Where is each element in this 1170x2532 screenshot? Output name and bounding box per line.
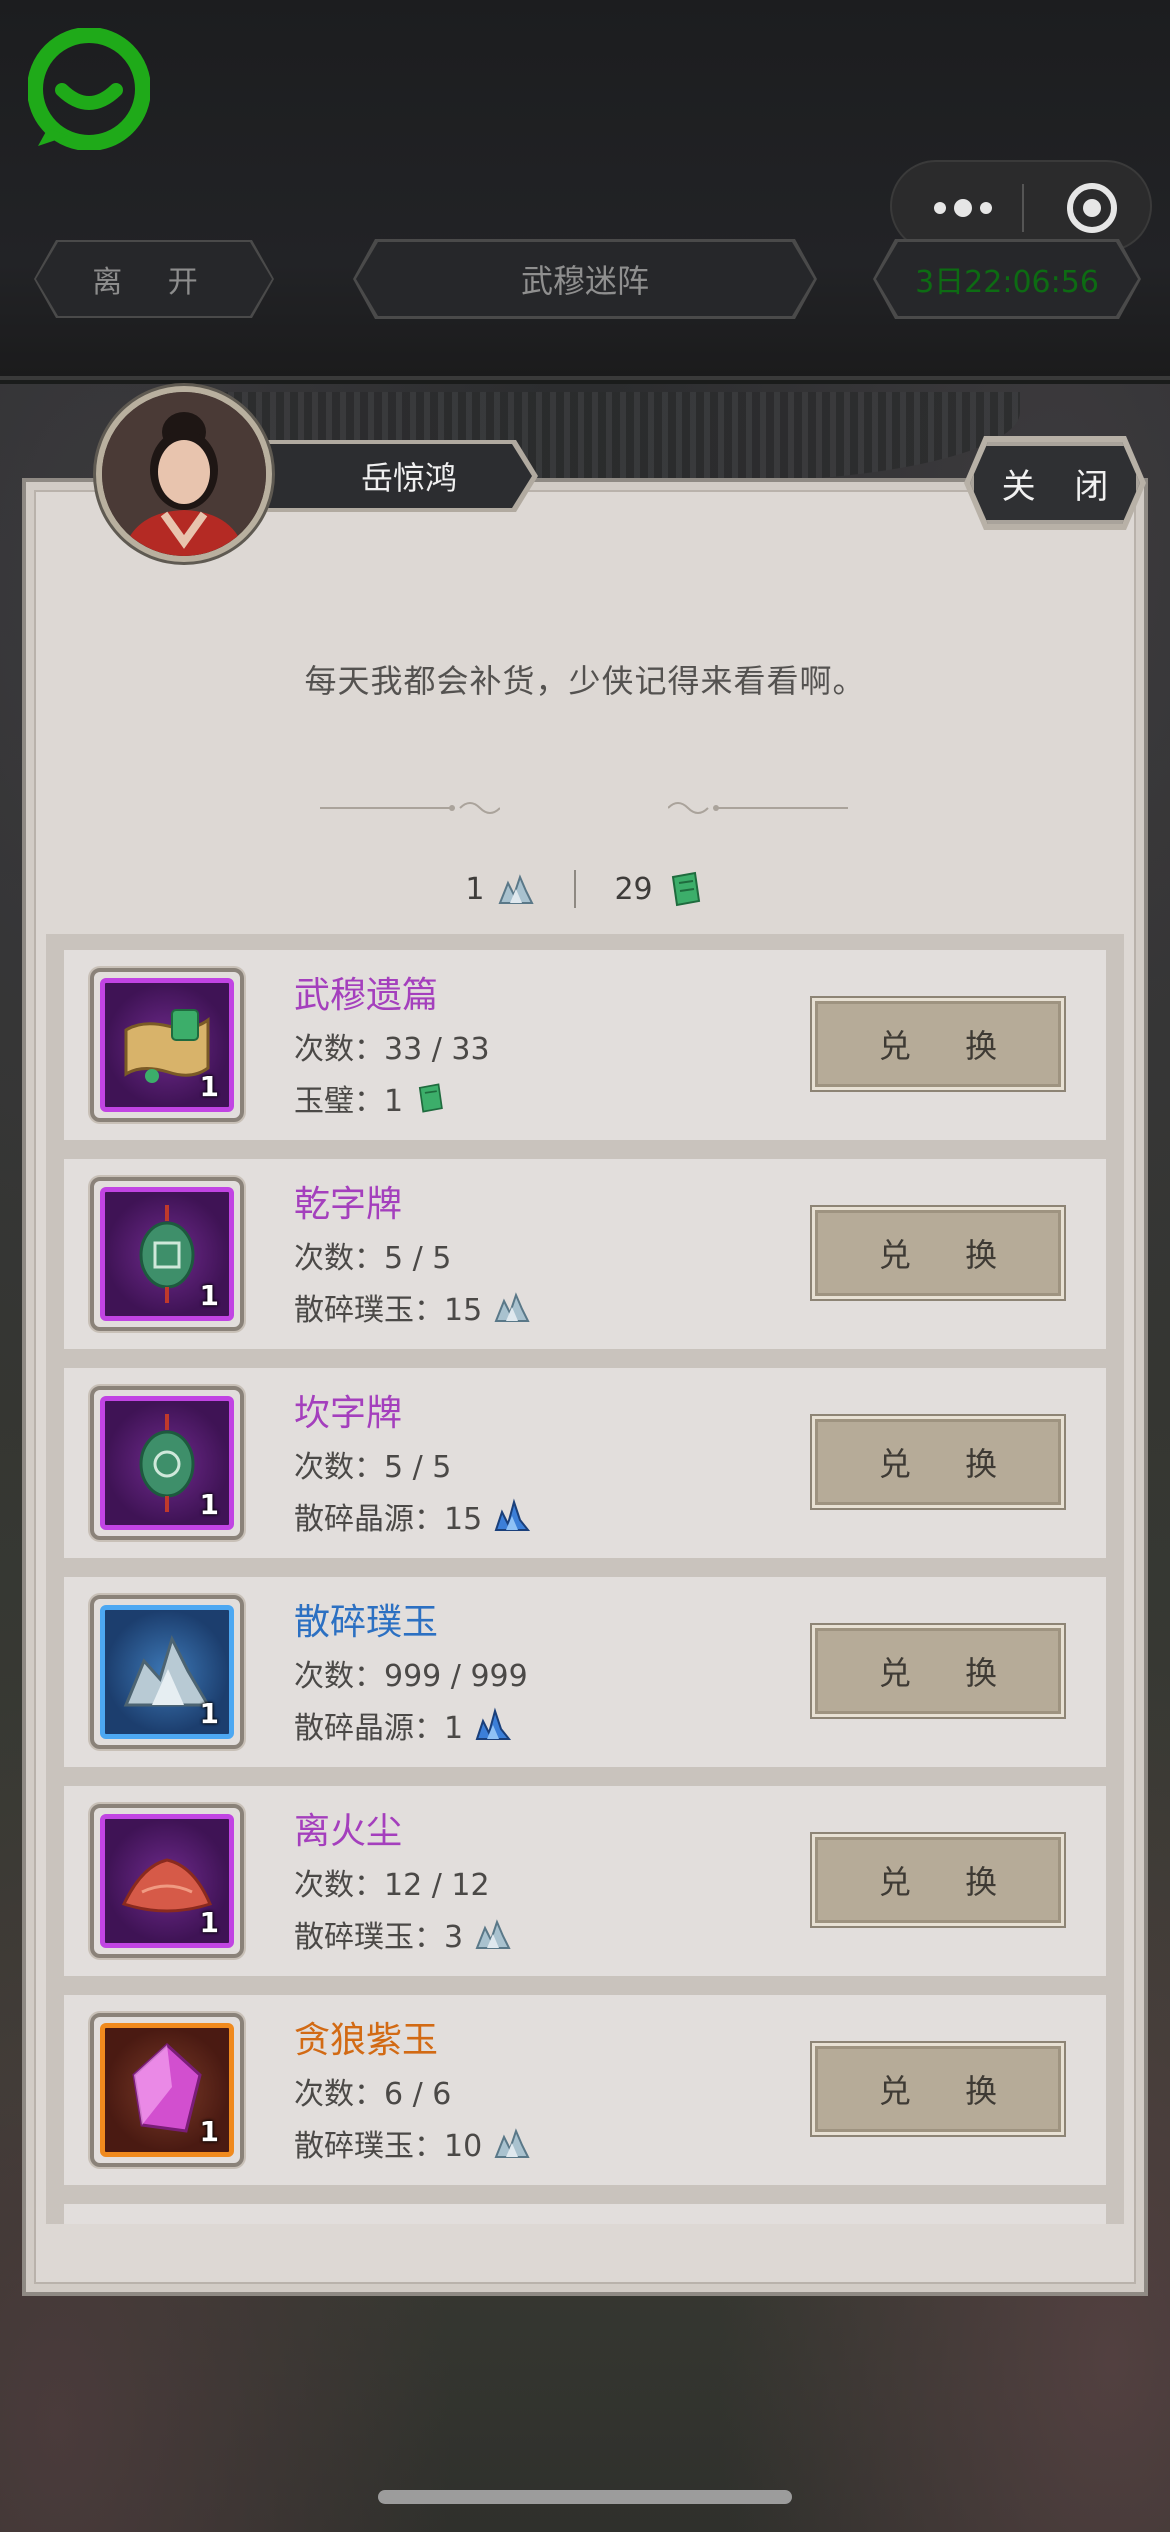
item-slot[interactable]: 1 — [90, 1386, 244, 1540]
item-name: 武穆遗篇 — [294, 975, 439, 1016]
item-cost-label: 散碎璞玉：15 — [294, 1293, 483, 1328]
item-name: 乾字牌 — [294, 1184, 403, 1225]
close-program-icon[interactable] — [1064, 180, 1120, 236]
chat-app-logo-icon[interactable] — [28, 28, 150, 150]
currency-shattered-jade: 1 — [465, 869, 536, 909]
currency-value: 1 — [465, 871, 485, 907]
item-quantity: 1 — [199, 1488, 219, 1521]
crystal-source-icon — [494, 1498, 531, 1531]
item-quality-frame: 1 — [100, 2023, 234, 2157]
item-exchange-count: 次数：6 / 6 — [294, 2077, 452, 2112]
item-name: 贪狼紫玉 — [294, 2020, 439, 2061]
item-cost: 散碎璞玉：3 — [294, 1912, 513, 1956]
item-quality-frame: 1 — [100, 1187, 234, 1321]
mini-program-capsule — [890, 160, 1152, 252]
exchange-button[interactable]: 兑 换 — [812, 1625, 1064, 1717]
item-quantity: 1 — [199, 1070, 219, 1103]
currency-bar: 1 29 — [0, 864, 1170, 914]
home-indicator[interactable] — [378, 2490, 792, 2504]
stage-title: 武穆迷阵 — [356, 242, 814, 316]
list-item: 1 坎字牌 次数：5 / 5 散碎晶源：15 兑 换 — [64, 1368, 1106, 1558]
crystal-source-icon — [475, 1707, 512, 1740]
npc-dialogue: 每天我都会补货，少侠记得来看看啊。 — [304, 662, 866, 700]
item-name: 散碎璞玉 — [294, 1602, 439, 1643]
item-cost-label: 散碎晶源：15 — [294, 1502, 483, 1537]
countdown-timer: 3日22:06:56 — [876, 242, 1138, 316]
list-item: 1 散碎璞玉 次数：999 / 999 散碎晶源：1 兑 换 — [64, 1577, 1106, 1767]
item-exchange-count: 次数：999 / 999 — [294, 1659, 528, 1694]
item-cost: 散碎晶源：1 — [294, 1703, 513, 1747]
item-exchange-count: 次数：5 / 5 — [294, 1241, 452, 1276]
shattered-jade-icon — [498, 874, 535, 904]
item-quality-frame: 1 — [100, 1396, 234, 1530]
divider-ornament-left — [320, 802, 500, 814]
jade-tablet-icon — [671, 871, 700, 907]
list-item: 1 离火尘 次数：12 / 12 散碎璞玉：3 兑 换 — [64, 1786, 1106, 1976]
item-cost-label: 散碎璞玉：10 — [294, 2129, 483, 2164]
item-cost: 散碎璞玉：10 — [294, 2121, 532, 2165]
item-slot[interactable]: 1 — [90, 1177, 244, 1331]
jade-tablet-icon — [418, 1083, 443, 1113]
item-quantity: 1 — [199, 1279, 219, 1312]
capsule-divider — [1022, 184, 1024, 232]
item-quality-frame: 1 — [100, 1814, 234, 1948]
exchange-button[interactable]: 兑 换 — [812, 2043, 1064, 2135]
currency-divider — [574, 870, 577, 908]
shattered-jade-icon — [494, 2128, 530, 2158]
npc-name: 岳惊鸿 — [256, 444, 532, 508]
item-cost: 散碎璞玉：15 — [294, 1285, 532, 1329]
npc-portrait-icon — [102, 392, 266, 556]
shattered-jade-icon — [475, 1919, 511, 1949]
item-exchange-count: 次数：12 / 12 — [294, 1868, 490, 1903]
item-cost: 玉璧：1 — [294, 1076, 447, 1120]
item-slot[interactable]: 1 — [90, 2013, 244, 2167]
item-exchange-count: 次数：33 / 33 — [294, 1032, 490, 1067]
item-exchange-count: 次数：5 / 5 — [294, 1450, 452, 1485]
item-quantity: 1 — [199, 1697, 219, 1730]
item-quality-frame: 1 — [100, 978, 234, 1112]
list-item: 1 贪狼紫玉 次数：6 / 6 散碎璞玉：10 兑 换 — [64, 1995, 1106, 2185]
exchange-button[interactable]: 兑 换 — [812, 1834, 1064, 1926]
currency-value: 29 — [614, 871, 653, 907]
item-cost-label: 散碎晶源：1 — [294, 1711, 464, 1746]
close-button[interactable]: 关 闭 — [970, 442, 1140, 524]
divider-ornament-right — [668, 802, 848, 814]
item-slot[interactable]: 1 — [90, 1804, 244, 1958]
shattered-jade-icon — [494, 1292, 530, 1322]
exchange-button[interactable]: 兑 换 — [812, 1416, 1064, 1508]
list-item: 1 武穆遗篇 次数：33 / 33 玉璧：1 兑 换 — [64, 950, 1106, 1140]
item-name: 坎字牌 — [294, 1393, 403, 1434]
item-quality-frame: 1 — [100, 1605, 234, 1739]
leave-button[interactable]: 离 开 — [36, 242, 272, 316]
exchange-list[interactable]: 1 武穆遗篇 次数：33 / 33 玉璧：1 兑 换 1 乾字牌 次数：5 / … — [46, 934, 1124, 2224]
item-cost: 散碎晶源：15 — [294, 1494, 532, 1538]
more-icon[interactable] — [928, 188, 998, 228]
exchange-button[interactable]: 兑 换 — [812, 998, 1064, 1090]
currency-jade-tablet: 29 — [614, 869, 704, 909]
item-slot[interactable]: 1 — [90, 1595, 244, 1749]
item-cost-label: 玉璧：1 — [294, 1084, 404, 1119]
list-item-partial — [64, 2204, 1106, 2224]
npc-avatar — [96, 386, 272, 562]
item-slot[interactable]: 1 — [90, 968, 244, 1122]
exchange-button[interactable]: 兑 换 — [812, 1207, 1064, 1299]
item-cost-label: 散碎璞玉：3 — [294, 1920, 464, 1955]
item-name: 离火尘 — [294, 1811, 403, 1852]
item-quantity: 1 — [199, 1906, 219, 1939]
list-item: 1 乾字牌 次数：5 / 5 散碎璞玉：15 兑 换 — [64, 1159, 1106, 1349]
item-quantity: 1 — [199, 2115, 219, 2148]
